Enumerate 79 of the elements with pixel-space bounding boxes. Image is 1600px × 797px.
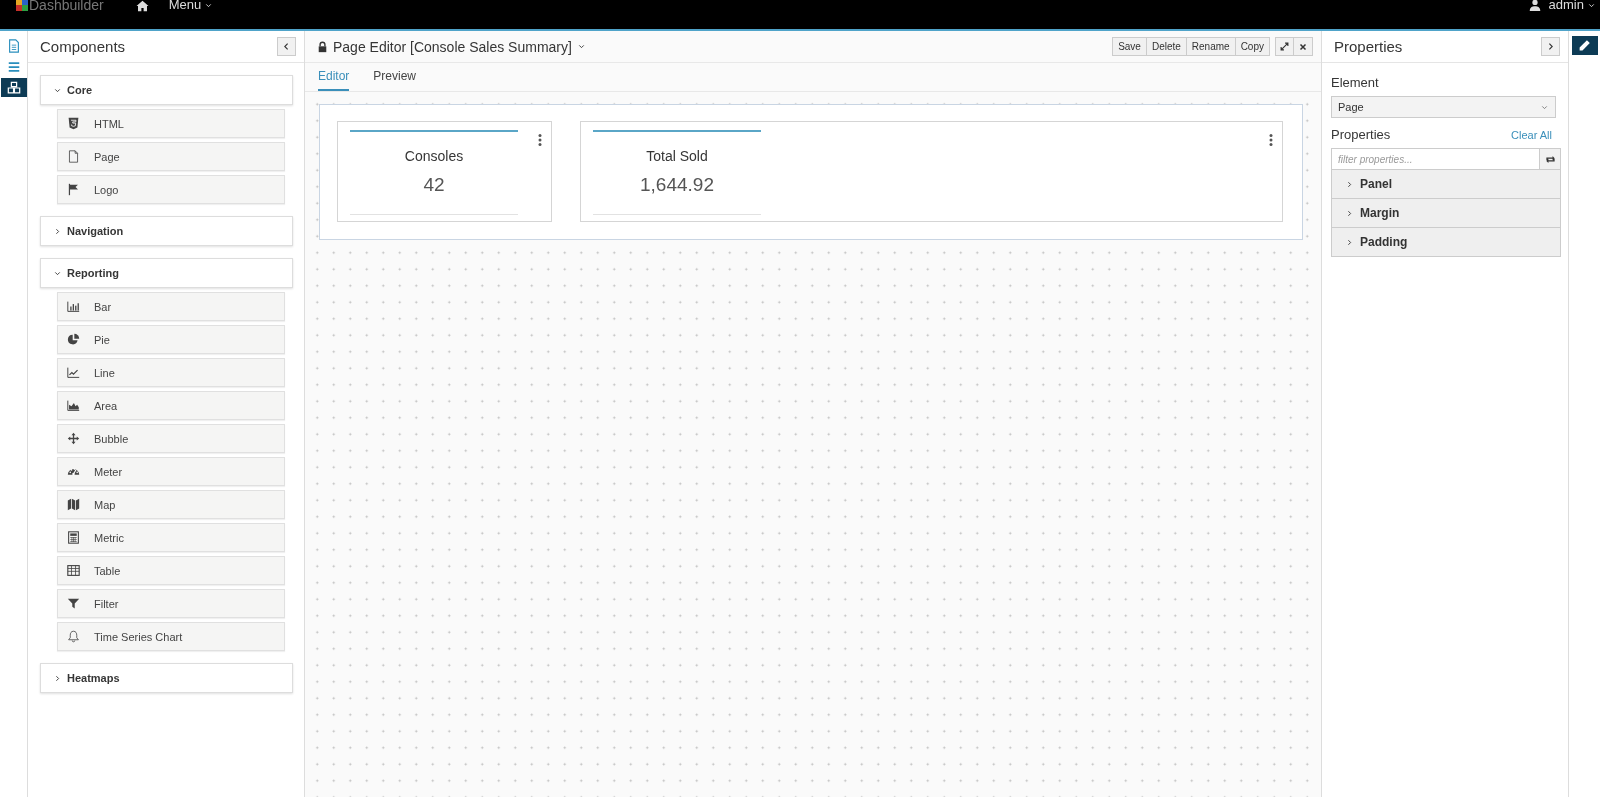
field-label: Element [1331, 75, 1380, 90]
close-button[interactable] [1294, 38, 1312, 55]
maximize-button[interactable] [1276, 38, 1294, 55]
pie-chart-icon [67, 333, 80, 346]
filter-icon [67, 597, 80, 610]
line-chart-icon [67, 366, 80, 379]
component-item[interactable]: Map [57, 490, 285, 519]
component-item[interactable]: Page [57, 142, 285, 171]
chevron-right-icon [1546, 42, 1555, 51]
element-select[interactable]: Page [1331, 96, 1556, 118]
expand-arrows-icon [1280, 42, 1289, 51]
group-header[interactable]: Navigation [40, 216, 293, 246]
close-icon [1299, 42, 1307, 51]
cubes-icon [6, 80, 21, 95]
property-section[interactable]: Panel [1331, 170, 1561, 199]
collapse-button[interactable] [1541, 37, 1560, 56]
group-header[interactable]: Core [40, 75, 293, 105]
document-icon [67, 150, 80, 163]
component-item[interactable]: Bubble [57, 424, 285, 453]
user-icon [1528, 0, 1541, 11]
panel-title: Components [40, 38, 126, 55]
editor-tab[interactable]: Preview [373, 63, 417, 91]
component-item[interactable]: Metric [57, 523, 285, 552]
metric-value: 42 [423, 174, 445, 196]
bar-chart-icon [67, 300, 80, 313]
component-item[interactable]: Area [57, 391, 285, 420]
brand-name: Dashbuilder [29, 0, 104, 13]
page-title-dropdown[interactable]: Page Editor [Console Sales Summary] [317, 38, 586, 55]
chevron-right-icon [1345, 179, 1354, 189]
toolbar-button[interactable]: Delete [1146, 38, 1187, 55]
metric-title: Total Sold [646, 148, 708, 164]
chevron-right-icon [1345, 208, 1354, 218]
chevron-right-icon [1345, 237, 1354, 247]
component-item[interactable]: Line [57, 358, 285, 387]
chevron-right-icon [53, 226, 62, 236]
component-item[interactable]: Meter [57, 457, 285, 486]
lock-icon [317, 40, 328, 53]
component-item[interactable]: Table [57, 556, 285, 585]
filter-field[interactable]: filter properties... [1331, 148, 1539, 170]
property-section[interactable]: Padding [1331, 228, 1561, 257]
menu-icon [6, 59, 21, 74]
component-item[interactable]: Pie [57, 325, 285, 354]
area-chart-icon [67, 399, 80, 412]
table-icon [67, 564, 80, 577]
user-menu[interactable]: admin [1528, 0, 1596, 12]
collapse-button[interactable] [277, 37, 296, 56]
map-icon [67, 498, 80, 511]
group-header[interactable]: Reporting [40, 258, 293, 288]
flag-icon [67, 183, 80, 196]
bell-icon [67, 630, 80, 643]
html5-shield-icon [67, 117, 80, 130]
clear-all-link[interactable]: Clear All [1511, 128, 1552, 141]
chevron-right-icon [53, 673, 62, 683]
section-label: Properties [1331, 127, 1391, 142]
component-item[interactable]: Bar [57, 292, 285, 321]
chevron-down-icon [576, 42, 586, 51]
toolbar-button[interactable]: Copy [1235, 38, 1269, 55]
metric-value: 1,644.92 [640, 174, 714, 196]
component-item[interactable]: HTML [57, 109, 285, 138]
move-arrows-icon [67, 432, 80, 445]
property-section[interactable]: Margin [1331, 199, 1561, 228]
logo-icon [16, 0, 28, 11]
calculator-icon [67, 531, 80, 544]
panel-title: Properties [1334, 38, 1403, 55]
group-header[interactable]: Heatmaps [40, 663, 293, 693]
toolbar-button[interactable]: Save [1113, 38, 1147, 55]
chevron-left-icon [282, 42, 291, 51]
properties-tab[interactable] [1571, 36, 1598, 55]
sidebar-tab[interactable] [0, 78, 27, 97]
menu-dropdown[interactable]: Menu [168, 0, 214, 12]
component-item[interactable]: Filter [57, 589, 285, 618]
component-item[interactable]: Logo [57, 175, 285, 204]
component-item[interactable]: Time Series Chart [57, 622, 285, 651]
refresh-button[interactable] [1539, 148, 1561, 170]
pencil-icon [1578, 39, 1591, 52]
document-icon [6, 38, 21, 53]
home-icon [135, 0, 149, 12]
metric-title: Consoles [404, 148, 464, 164]
toolbar-button[interactable]: Rename [1186, 38, 1236, 55]
